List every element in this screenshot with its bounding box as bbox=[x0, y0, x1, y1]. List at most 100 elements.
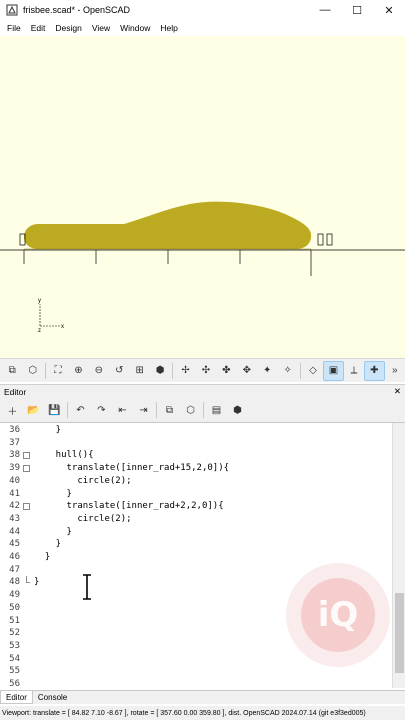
code-line[interactable]: } bbox=[34, 424, 392, 437]
code-line[interactable]: circle(2); bbox=[34, 475, 392, 488]
new-file-icon[interactable]: ＋ bbox=[2, 400, 23, 420]
bottom-tabbar: Editor Console bbox=[0, 690, 405, 704]
line-number: 54 bbox=[9, 653, 20, 664]
minimize-button[interactable]: — bbox=[309, 0, 341, 20]
code-line[interactable] bbox=[34, 678, 392, 688]
editor-toolbar: ＋ 📂 💾 ↶ ↷ ⇤ ⇥ ⧉ ⬡ ▤ ⬢ bbox=[0, 398, 405, 422]
line-number: 40 bbox=[9, 475, 20, 486]
code-line[interactable] bbox=[34, 437, 392, 450]
line-number: 45 bbox=[9, 539, 20, 550]
view-all-icon[interactable]: ⛶ bbox=[48, 361, 68, 381]
line-number: 48 bbox=[9, 577, 20, 588]
3d-viewport[interactable]: y z x bbox=[0, 36, 405, 358]
maximize-button[interactable]: ☐ bbox=[341, 0, 373, 20]
line-number: 44 bbox=[9, 526, 20, 537]
view-top-icon[interactable]: ✣ bbox=[196, 361, 216, 381]
view-toolbar: ⧉ ⬡ ⛶ ⊕ ⊖ ↺ ⊞ ⬢ ✢ ✣ ✤ ✥ ✦ ✧ ◇ ▣ ⟂ ✚ » bbox=[0, 358, 405, 382]
line-number: 36 bbox=[9, 425, 20, 435]
toolbar-overflow-button[interactable]: » bbox=[385, 361, 405, 381]
toolbar-separator bbox=[67, 402, 68, 418]
view-surfaces-icon[interactable]: ⊞ bbox=[130, 361, 150, 381]
view-wireframe-icon[interactable]: ⬢ bbox=[150, 361, 170, 381]
line-number: 56 bbox=[9, 679, 20, 688]
menu-edit[interactable]: Edit bbox=[26, 23, 51, 33]
text-cursor-icon bbox=[82, 574, 92, 601]
status-bar: Viewport: translate = [ 84.82 7.10 -8.67… bbox=[0, 706, 405, 720]
unindent-icon[interactable]: ⇤ bbox=[112, 400, 133, 420]
gizmo-y-label: y bbox=[38, 298, 41, 304]
line-number-gutter: 36 37 38 39 40 41 42 43 44 45 46 47 48 49 50 51 52 53 54 55… bbox=[0, 423, 34, 688]
undo-icon[interactable]: ↶ bbox=[70, 400, 91, 420]
render-icon[interactable]: ⬡ bbox=[22, 361, 42, 381]
code-line[interactable]: translate([inner_rad+2,2,0]){ bbox=[34, 500, 392, 513]
preview-icon[interactable]: ⧉ bbox=[2, 361, 22, 381]
line-number: 52 bbox=[9, 628, 20, 639]
gizmo-x-label: x bbox=[61, 324, 64, 330]
code-line[interactable]: } bbox=[34, 538, 392, 551]
zoom-out-icon[interactable]: ⊖ bbox=[89, 361, 109, 381]
view-bottom-icon[interactable]: ✤ bbox=[216, 361, 236, 381]
toolbar-separator bbox=[44, 362, 46, 379]
show-crosshairs-icon[interactable]: ✚ bbox=[364, 360, 385, 381]
editor-dock-title: Editor ✕ bbox=[0, 384, 405, 398]
fold-toggle-icon[interactable] bbox=[23, 503, 30, 511]
tab-editor[interactable]: Editor bbox=[0, 691, 33, 704]
close-button[interactable]: ✕ bbox=[373, 0, 405, 20]
view-left-icon[interactable]: ✥ bbox=[237, 361, 257, 381]
save-icon[interactable]: 💾 bbox=[44, 400, 65, 420]
line-number: 37 bbox=[9, 437, 20, 448]
toolbar-separator bbox=[299, 362, 301, 379]
code-line[interactable]: } bbox=[34, 551, 392, 564]
menu-help[interactable]: Help bbox=[155, 23, 182, 33]
code-line[interactable]: } bbox=[34, 526, 392, 539]
menu-window[interactable]: Window bbox=[115, 23, 155, 33]
zoom-in-icon[interactable]: ⊕ bbox=[68, 361, 88, 381]
fold-end-marker bbox=[26, 576, 30, 584]
indent-icon[interactable]: ⇥ bbox=[133, 400, 154, 420]
view-right-icon[interactable]: ✢ bbox=[175, 361, 195, 381]
orthogonal-icon[interactable]: ▣ bbox=[323, 360, 344, 381]
toolbar-separator bbox=[172, 362, 174, 379]
window-title: frisbee.scad* - OpenSCAD bbox=[23, 5, 131, 15]
code-line[interactable]: translate([inner_rad+15,2,0]){ bbox=[34, 462, 392, 475]
open-file-icon[interactable]: 📂 bbox=[23, 400, 44, 420]
fold-toggle-icon[interactable] bbox=[23, 465, 30, 473]
code-line[interactable]: hull(){ bbox=[34, 449, 392, 462]
axis-marker-right-1 bbox=[317, 233, 324, 246]
code-editor[interactable]: 36 37 38 39 40 41 42 43 44 45 46 47 48 49 50 51 52 53 54 55… bbox=[0, 422, 405, 688]
viewport-canvas[interactable]: y z x bbox=[0, 36, 405, 358]
line-number: 46 bbox=[9, 552, 20, 562]
tab-console[interactable]: Console bbox=[33, 691, 72, 704]
editor-dock-label: Editor bbox=[4, 386, 27, 397]
line-number: 42 bbox=[9, 501, 20, 512]
line-number: 49 bbox=[9, 590, 20, 601]
view-back-icon[interactable]: ✧ bbox=[277, 361, 297, 381]
preview-icon[interactable]: ⧉ bbox=[159, 400, 180, 420]
line-number: 53 bbox=[9, 640, 20, 651]
line-number: 41 bbox=[9, 488, 20, 499]
line-number: 51 bbox=[9, 615, 20, 626]
editor-scrollbar[interactable] bbox=[392, 423, 405, 688]
code-line[interactable]: circle(2); bbox=[34, 513, 392, 526]
close-icon[interactable]: ✕ bbox=[394, 386, 401, 397]
menubar: File Edit Design View Window Help bbox=[0, 20, 405, 36]
export-stl-icon[interactable]: ▤ bbox=[206, 400, 227, 420]
line-number: 39 bbox=[9, 463, 20, 474]
fold-toggle-icon[interactable] bbox=[23, 452, 30, 460]
show-axes-icon[interactable]: ⟂ bbox=[344, 361, 364, 381]
openscad-app-icon bbox=[6, 4, 18, 16]
render-icon[interactable]: ⬡ bbox=[180, 400, 201, 420]
redo-icon[interactable]: ↷ bbox=[91, 400, 112, 420]
line-number: 43 bbox=[9, 513, 20, 524]
reset-view-icon[interactable]: ↺ bbox=[109, 361, 129, 381]
editor-scrollbar-thumb[interactable] bbox=[395, 593, 404, 673]
code-line[interactable] bbox=[34, 665, 392, 678]
menu-file[interactable]: File bbox=[2, 23, 26, 33]
code-line[interactable]: } bbox=[34, 488, 392, 501]
menu-design[interactable]: Design bbox=[50, 23, 86, 33]
line-number: 55 bbox=[9, 666, 20, 677]
view-front-icon[interactable]: ✦ bbox=[257, 361, 277, 381]
menu-view[interactable]: View bbox=[87, 23, 115, 33]
view-diagonal-icon[interactable]: ◇ bbox=[303, 361, 323, 381]
export-3d-icon[interactable]: ⬢ bbox=[227, 400, 248, 420]
